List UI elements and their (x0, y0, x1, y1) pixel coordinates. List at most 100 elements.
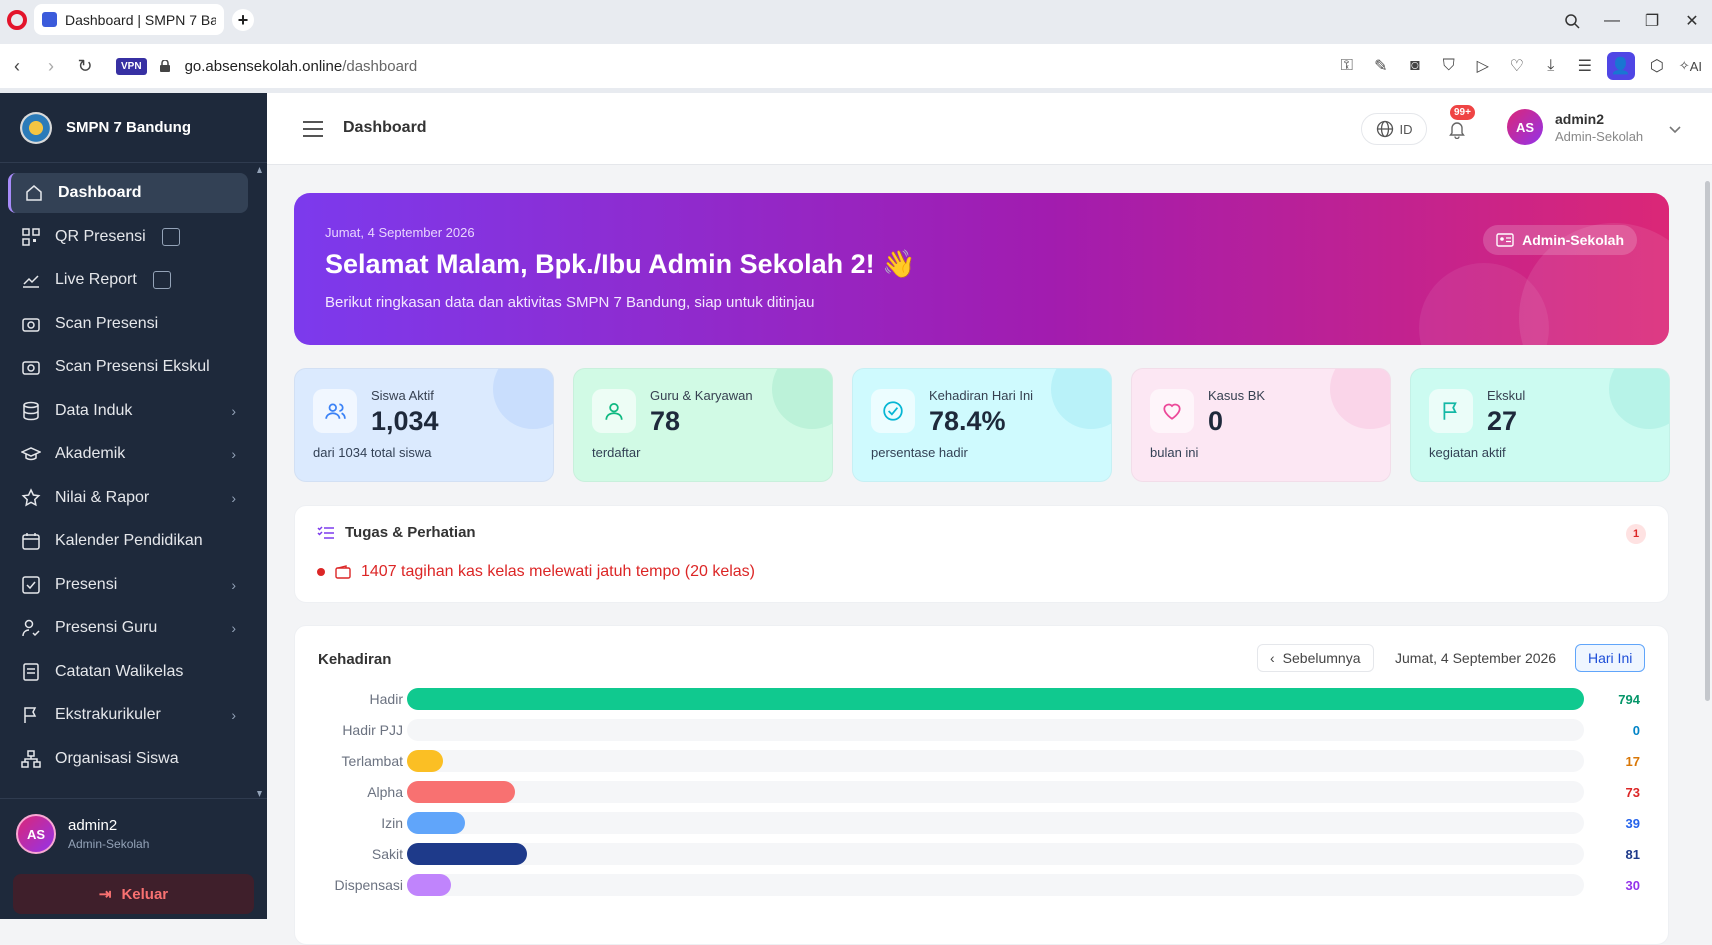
browser-chrome: Dashboard | SMPN 7 Bandung + — ❐ ✕ ‹ › ↻… (0, 0, 1712, 93)
stat-card[interactable]: Siswa Aktif 1,034 dari 1034 total siswa (294, 368, 554, 482)
sidebar-item-kalender-pendidikan[interactable]: Kalender Pendidikan (8, 521, 248, 561)
sidebar-user[interactable]: AS admin2 Admin-Sekolah (0, 798, 267, 869)
stat-card[interactable]: Ekskul 27 kegiatan aktif (1410, 368, 1670, 482)
sidebar-item-nilai-rapor[interactable]: Nilai & Rapor › (8, 478, 248, 518)
browser-toolbar: ⚿ ✎ ◙ ⛉ ▷ ♡ ⤓ ☰ 👤 ⬡ ✧ AI (1335, 44, 1702, 88)
heart-icon[interactable]: ♡ (1505, 54, 1529, 78)
header-user-menu[interactable]: AS admin2 Admin-Sekolah (1507, 109, 1643, 145)
sidebar-item-data-induk[interactable]: Data Induk › (8, 391, 248, 431)
search-icon[interactable] (1552, 13, 1592, 29)
camera-icon[interactable]: ◙ (1403, 54, 1427, 78)
url-field[interactable]: go.absensekolah.online/dashboard (185, 58, 418, 75)
sidebar-item-live-report[interactable]: Live Report (8, 260, 248, 300)
close-icon[interactable]: ✕ (1672, 11, 1712, 31)
stat-card[interactable]: Guru & Karyawan 78 terdaftar (573, 368, 833, 482)
wallet-icon (335, 565, 351, 579)
opera-logo-icon[interactable] (7, 10, 27, 30)
external-link-icon (161, 227, 180, 246)
camera-icon (21, 357, 41, 377)
database-icon (21, 401, 41, 421)
restore-icon[interactable]: ❐ (1632, 11, 1672, 31)
role-label: Admin-Sekolah (1522, 232, 1624, 248)
bell-icon[interactable] (1447, 119, 1467, 139)
scroll-thumb[interactable] (1705, 181, 1710, 701)
reload-icon[interactable]: ↻ (68, 56, 102, 77)
stat-value: 78.4% (929, 406, 1006, 436)
decor-circle (1051, 369, 1111, 429)
bar-track (407, 750, 1584, 772)
user-name: admin2 (1555, 110, 1605, 127)
decor-circle (772, 369, 832, 429)
chevron-down-icon[interactable] (1667, 121, 1683, 137)
forward-icon[interactable]: › (34, 56, 68, 77)
play-icon[interactable]: ▷ (1471, 54, 1495, 78)
logout-label: Keluar (121, 885, 169, 903)
user-name: admin2 (68, 817, 118, 834)
bar-track (407, 781, 1584, 803)
sidebar-item-label: Kalender Pendidikan (55, 532, 203, 549)
attendance-row: Hadir PJJ 0 (295, 719, 1670, 741)
sidebar-item-ekstrakurikuler[interactable]: Ekstrakurikuler › (8, 695, 248, 735)
sidebar-brand[interactable]: SMPN 7 Bandung (0, 93, 267, 163)
chevron-right-icon: › (231, 489, 236, 506)
menu-icon[interactable]: ☰ (1573, 54, 1597, 78)
vpn-badge[interactable]: VPN (116, 57, 147, 75)
edit-icon[interactable]: ✎ (1369, 54, 1393, 78)
user-check-icon (21, 618, 41, 638)
sidebar-item-label: Live Report (55, 271, 137, 288)
main-scrollbar[interactable] (1702, 165, 1712, 919)
stat-card[interactable]: Kasus BK 0 bulan ini (1131, 368, 1391, 482)
list-check-icon (317, 525, 334, 539)
sidebar-item-qr-presensi[interactable]: QR Presensi (8, 217, 248, 257)
ai-label: AI (1689, 58, 1702, 74)
logout-button[interactable]: ⇥ Keluar (13, 874, 254, 914)
sidebar-item-scan-presensi[interactable]: Scan Presensi (8, 304, 248, 344)
today-button[interactable]: Hari Ini (1575, 644, 1646, 672)
hamburger-menu-icon[interactable] (303, 121, 323, 142)
sidebar-item-scan-presensi-ekskul[interactable]: Scan Presensi Ekskul (8, 347, 248, 387)
chevron-right-icon: › (231, 707, 236, 723)
bar-fill (407, 874, 452, 896)
user-icon (605, 402, 623, 420)
school-name: SMPN 7 Bandung (66, 119, 192, 136)
welcome-banner: Jumat, 4 September 2026 Selamat Malam, B… (294, 193, 1669, 345)
minimize-icon[interactable]: — (1592, 12, 1632, 30)
sidebar-item-catatan-walikelas[interactable]: Catatan Walikelas (8, 652, 248, 692)
stat-footer: persentase hadir (871, 445, 968, 460)
shield-icon[interactable]: ⛉ (1437, 54, 1461, 78)
sidebar-item-label: Presensi (55, 575, 118, 593)
sidebar-item-label: QR Presensi (55, 227, 146, 245)
bar-value: 794 (1618, 692, 1640, 707)
id-card-icon (1496, 233, 1514, 247)
profile-icon[interactable]: 👤 (1606, 52, 1635, 80)
language-switcher[interactable]: ID (1361, 113, 1427, 145)
sidebar-item-label: Catatan Walikelas (55, 662, 184, 680)
stat-value: 0 (1208, 406, 1224, 436)
task-item[interactable]: 1407 tagihan kas kelas melewati jatuh te… (317, 563, 755, 581)
address-bar: ‹ › ↻ VPN go.absensekolah.online/dashboa… (0, 44, 1712, 88)
back-icon[interactable]: ‹ (0, 56, 34, 77)
sidebar-item-presensi-guru[interactable]: Presensi Guru › (8, 608, 248, 648)
check-circle-icon (883, 401, 903, 421)
sidebar-item-akademik[interactable]: Akademik › (8, 434, 248, 474)
tasks-title: Tugas & Perhatian (345, 524, 476, 541)
sidebar-item-organisasi-siswa[interactable]: Organisasi Siswa (8, 739, 248, 779)
banner-subtitle: Berikut ringkasan data dan aktivitas SMP… (325, 294, 815, 311)
box-icon[interactable]: ⬡ (1645, 54, 1669, 78)
download-icon[interactable]: ⤓ (1539, 54, 1563, 78)
tasks-panel: Tugas & Perhatian 1 1407 tagihan kas kel… (294, 505, 1669, 603)
browser-tab[interactable]: Dashboard | SMPN 7 Bandung (34, 4, 224, 35)
sidebar-item-label: Presensi Guru (55, 619, 158, 636)
logout-icon: ⇥ (98, 886, 112, 903)
sidebar-scrollbar[interactable] (257, 167, 262, 797)
sidebar-item-dashboard[interactable]: Dashboard (8, 173, 248, 213)
sidebar-item-presensi[interactable]: Presensi › (8, 565, 248, 605)
stat-card[interactable]: Kehadiran Hari Ini 78.4% persentase hadir (852, 368, 1112, 482)
key-icon[interactable]: ⚿ (1335, 54, 1359, 78)
stat-label: Kehadiran Hari Ini (929, 388, 1034, 403)
previous-day-button[interactable]: ‹ Sebelumnya (1257, 644, 1374, 672)
new-tab-button[interactable]: + (232, 9, 254, 31)
stat-footer: bulan ini (1150, 445, 1199, 460)
ai-button[interactable]: ✧ AI (1679, 54, 1702, 78)
bar-track (407, 719, 1584, 741)
